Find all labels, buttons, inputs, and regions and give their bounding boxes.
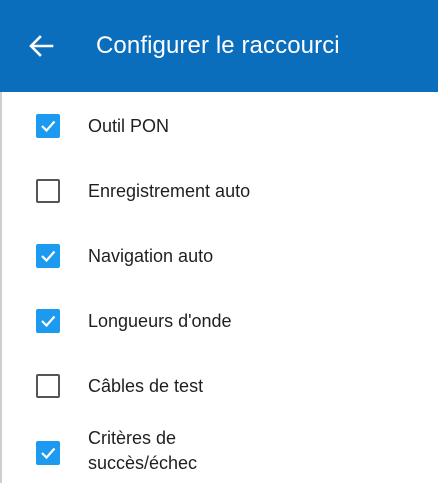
checkmark-icon [41, 315, 56, 328]
back-button[interactable] [22, 28, 60, 64]
option-enregistrement-auto[interactable]: Enregistrement auto [2, 163, 438, 207]
arrow-left-icon [29, 35, 54, 57]
checkmark-icon [41, 250, 56, 263]
option-label: Câbles de test [88, 376, 204, 396]
shortcut-options-list: Outil PON Enregistrement auto Navigation… [0, 92, 438, 483]
checkbox-navigation-auto[interactable] [36, 244, 60, 268]
checkmark-icon [41, 120, 56, 133]
checkbox-longueurs-donde[interactable] [36, 309, 60, 333]
option-cables-de-test[interactable]: Câbles de test [2, 358, 438, 402]
checkbox-cables-de-test[interactable] [36, 374, 60, 398]
app-header: Configurer le raccourci [0, 0, 438, 92]
page-title: Configurer le raccourci [96, 32, 340, 59]
checkbox-enregistrement-auto[interactable] [36, 179, 60, 203]
checkbox-outil-pon[interactable] [36, 114, 60, 138]
option-label: Navigation auto [88, 246, 214, 266]
option-label: Longueurs d'onde [88, 311, 232, 331]
checkbox-criteres-succes-echec[interactable] [36, 441, 60, 465]
option-criteres-succes-echec[interactable]: Critères de succès/échec [2, 423, 438, 479]
option-label: Critères de succès/échec [88, 428, 198, 473]
option-longueurs-donde[interactable]: Longueurs d'onde [2, 293, 438, 337]
option-label: Enregistrement auto [88, 181, 251, 201]
option-label: Outil PON [88, 116, 170, 136]
checkmark-icon [41, 447, 56, 460]
option-navigation-auto[interactable]: Navigation auto [2, 228, 438, 272]
option-outil-pon[interactable]: Outil PON [2, 98, 438, 142]
